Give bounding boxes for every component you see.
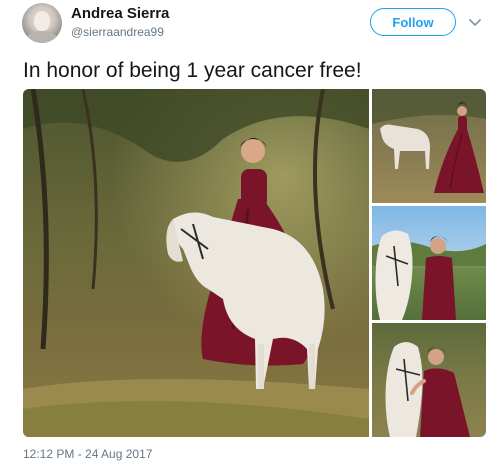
tweet-media-grid <box>23 89 486 437</box>
tweet-text: In honor of being 1 year cancer free! <box>23 59 362 82</box>
photo-bottom-right[interactable] <box>372 323 486 437</box>
avatar-shoulders <box>26 31 58 43</box>
photo-top-right[interactable] <box>372 89 486 203</box>
avatar[interactable] <box>22 3 62 43</box>
author-display-name[interactable]: Andrea Sierra <box>71 5 169 23</box>
follow-button[interactable]: Follow <box>370 8 456 36</box>
avatar-face <box>34 11 50 31</box>
tweet-timestamp[interactable]: 12:12 PM - 24 Aug 2017 <box>23 447 152 461</box>
author-handle[interactable]: @sierraandrea99 <box>71 25 164 39</box>
photo-main[interactable] <box>23 89 369 437</box>
photo-middle-right[interactable] <box>372 206 486 320</box>
chevron-down-icon[interactable] <box>467 14 483 30</box>
